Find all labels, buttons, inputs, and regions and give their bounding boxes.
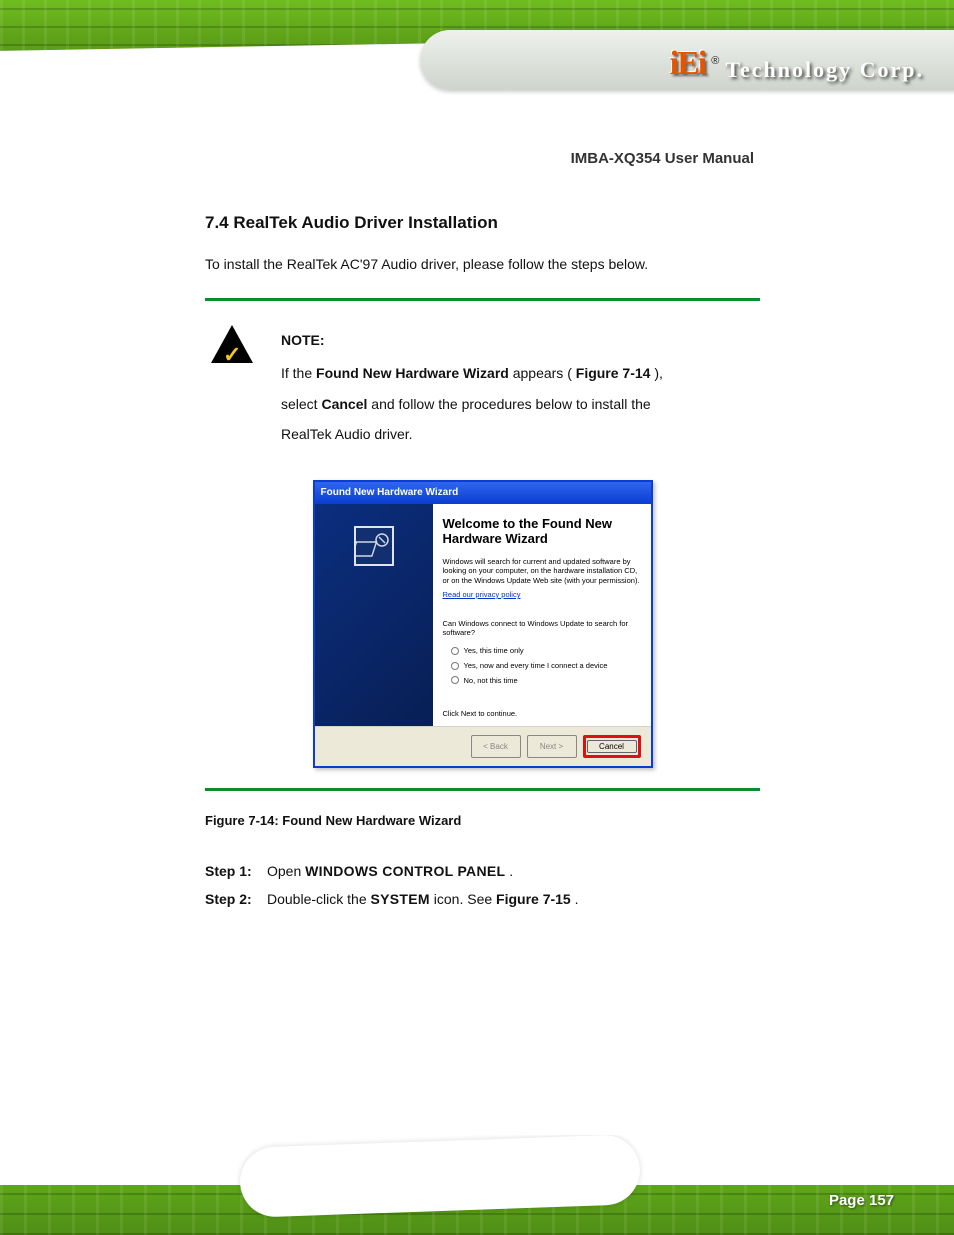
back-button[interactable]: < Back	[471, 735, 521, 759]
wizard-body: Welcome to the Found New Hardware Wizard…	[315, 504, 651, 726]
logo-text: iEi	[670, 45, 706, 83]
note-line-2: select Cancel and follow the procedures …	[281, 389, 754, 420]
radio-label-3: No, not this time	[464, 675, 518, 687]
step-text: Open Windows Control Panel .	[267, 861, 760, 883]
note-icon: ✓	[211, 325, 253, 363]
step-number: Step 1:	[205, 861, 261, 883]
header-decoration: iEi ® Technology Corp.	[0, 0, 954, 100]
wizard-titlebar: Found New Hardware Wizard	[315, 482, 651, 504]
step-1: Step 1: Open Windows Control Panel .	[205, 861, 760, 883]
intro-paragraph: To install the RealTek AC'97 Audio drive…	[205, 254, 760, 276]
note-line-1: If the Found New Hardware Wizard appears…	[281, 358, 754, 389]
note-label: NOTE:	[281, 325, 754, 356]
wizard-main: Welcome to the Found New Hardware Wizard…	[433, 504, 651, 726]
wizard-continue-text: Click Next to continue.	[443, 708, 641, 720]
divider-bottom	[205, 788, 760, 791]
step-text: Double-click the System icon. See Figure…	[267, 889, 760, 911]
cancel-highlight: Cancel	[583, 735, 641, 759]
note-inner: ✓ NOTE: If the Found New Hardware Wizard…	[205, 311, 760, 474]
company-name: Technology Corp.	[725, 57, 924, 83]
check-icon: ✓	[223, 338, 243, 358]
page-number: Page 157	[829, 1192, 894, 1209]
radio-label-2: Yes, now and every time I connect a devi…	[464, 660, 608, 672]
radio-icon	[451, 662, 459, 670]
registered-mark: ®	[711, 55, 719, 67]
wizard-heading: Welcome to the Found New Hardware Wizard	[443, 516, 641, 547]
divider-top	[205, 298, 760, 301]
document-title: IMBA-XQ354 User Manual	[571, 150, 754, 167]
wizard-sidebar	[315, 504, 433, 726]
logo-area: iEi ® Technology Corp.	[670, 45, 924, 83]
footer-decoration: Page 157	[0, 1135, 954, 1235]
privacy-link[interactable]: Read our privacy policy	[443, 589, 521, 601]
note-block: ✓ NOTE: If the Found New Hardware Wizard…	[205, 311, 760, 768]
note-text: NOTE: If the Found New Hardware Wizard a…	[281, 325, 754, 450]
next-button[interactable]: Next >	[527, 735, 577, 759]
radio-icon	[451, 676, 459, 684]
radio-option-3[interactable]: No, not this time	[451, 675, 641, 687]
wizard-button-bar: < Back Next > Cancel	[315, 726, 651, 767]
step-2: Step 2: Double-click the System icon. Se…	[205, 889, 760, 911]
hardware-icon	[354, 526, 394, 566]
radio-label-1: Yes, this time only	[464, 645, 524, 657]
radio-icon	[451, 647, 459, 655]
note-line-3: RealTek Audio driver.	[281, 419, 754, 450]
figure-caption: Figure 7-14: Found New Hardware Wizard	[205, 811, 760, 831]
document-title-text: IMBA-XQ354 User Manual	[571, 150, 754, 167]
step-number: Step 2:	[205, 889, 261, 911]
section-heading: 7.4 RealTek Audio Driver Installation	[205, 210, 760, 236]
wizard-question: Can Windows connect to Windows Update to…	[443, 619, 641, 638]
radio-option-1[interactable]: Yes, this time only	[451, 645, 641, 657]
wizard-dialog: Found New Hardware Wizard Welcome to the…	[313, 480, 653, 768]
page-content: 7.4 RealTek Audio Driver Installation To…	[205, 210, 760, 917]
cancel-button[interactable]: Cancel	[587, 740, 637, 753]
radio-option-2[interactable]: Yes, now and every time I connect a devi…	[451, 660, 641, 672]
wizard-description: Windows will search for current and upda…	[443, 557, 641, 585]
footer-swoosh-bubble	[239, 1135, 641, 1218]
